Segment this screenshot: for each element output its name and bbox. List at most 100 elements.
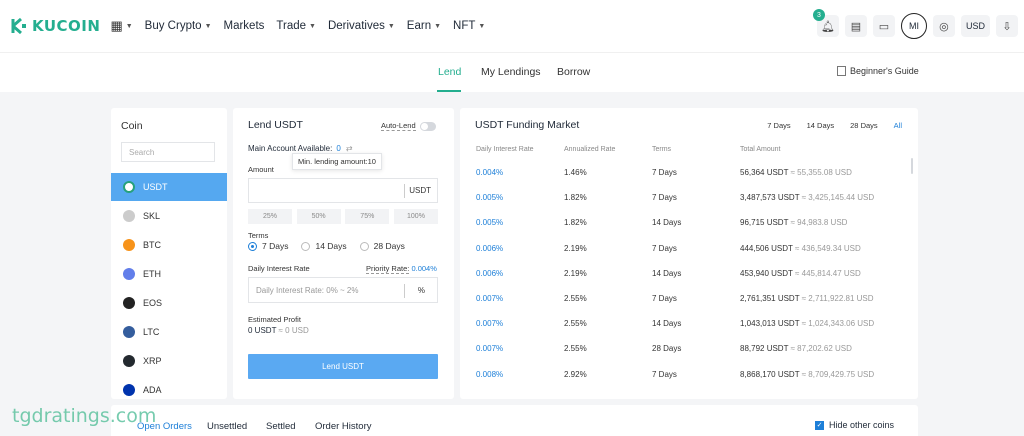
term-label: 28 Days bbox=[373, 241, 405, 251]
available-balance: Main Account Available: 0 ⇄ bbox=[248, 144, 353, 153]
filter-7-days[interactable]: 7 Days bbox=[767, 121, 790, 130]
amount-usdt: 2,761,351 USDT bbox=[740, 294, 800, 303]
cell-rate[interactable]: 0.004% bbox=[476, 168, 503, 177]
percent-100-button[interactable]: 100% bbox=[393, 209, 438, 224]
cell-terms: 28 Days bbox=[652, 344, 682, 354]
amount-input[interactable]: USDT bbox=[248, 178, 438, 203]
scrollbar[interactable] bbox=[911, 158, 913, 174]
nav-nft[interactable]: NFT ▼ bbox=[453, 20, 485, 32]
grid-icon: ▦ bbox=[110, 18, 123, 33]
coin-item-skl[interactable]: SKL bbox=[111, 202, 227, 230]
cell-rate[interactable]: 0.005% bbox=[476, 193, 503, 202]
percent-50-button[interactable]: 50% bbox=[296, 209, 341, 224]
eos-icon bbox=[123, 297, 135, 309]
cell-amount: 453,940 USDT ≈ 445,814.47 USD bbox=[740, 269, 861, 278]
lend-panel-title: Lend USDT bbox=[248, 119, 303, 131]
term-label: 14 Days bbox=[315, 241, 347, 251]
tab-borrow[interactable]: Borrow bbox=[557, 66, 590, 78]
download-button[interactable]: ⇩ bbox=[996, 15, 1018, 37]
assets-button[interactable]: ▭ bbox=[872, 15, 895, 37]
cell-rate[interactable]: 0.007% bbox=[476, 344, 503, 353]
avatar[interactable]: MI bbox=[900, 13, 927, 39]
coin-item-eth[interactable]: ETH bbox=[111, 260, 227, 288]
tab-lend[interactable]: Lend bbox=[438, 66, 461, 78]
auto-lend-toggle[interactable]: Auto-Lend bbox=[381, 121, 436, 131]
percent-75-button[interactable]: 75% bbox=[345, 209, 390, 224]
toggle-switch[interactable] bbox=[419, 121, 436, 131]
column-header: Terms bbox=[652, 146, 672, 153]
coin-item-ltc[interactable]: LTC bbox=[111, 318, 227, 346]
cell-rate[interactable]: 0.008% bbox=[476, 370, 503, 379]
tab-settled[interactable]: Settled bbox=[266, 421, 296, 432]
priority-rate-label: Priority Rate: bbox=[366, 264, 410, 274]
tab-order-history[interactable]: Order History bbox=[315, 421, 371, 432]
priority-rate-value[interactable]: 0.004% bbox=[411, 264, 436, 273]
amount-usdt: 88,792 USDT bbox=[740, 344, 789, 354]
book-icon bbox=[837, 66, 846, 76]
cell-rate[interactable]: 0.005% bbox=[476, 218, 503, 227]
term-28-days-radio[interactable]: 28 Days bbox=[359, 241, 405, 251]
profit-approx: ≈ 0 USD bbox=[278, 326, 309, 335]
term-14-days-radio[interactable]: 14 Days bbox=[301, 241, 347, 251]
language-button[interactable]: ◎ bbox=[932, 15, 955, 37]
filter-14-days[interactable]: 14 Days bbox=[807, 121, 835, 130]
amount-usdt: 56,364 USDT bbox=[740, 168, 789, 177]
currency-button[interactable]: USD bbox=[960, 15, 990, 37]
nav-earn[interactable]: Earn ▼ bbox=[407, 20, 441, 32]
amount-label: Amount bbox=[248, 165, 274, 174]
cell-rate[interactable]: 0.007% bbox=[476, 294, 503, 303]
nav-trade[interactable]: Trade ▼ bbox=[276, 20, 316, 32]
download-icon: ⇩ bbox=[1002, 20, 1012, 33]
chevron-down-icon: ▼ bbox=[387, 22, 395, 30]
orders-panel: Open Orders Unsettled Settled Order Hist… bbox=[111, 405, 918, 436]
nav-label: Buy Crypto bbox=[144, 20, 202, 32]
coin-item-ada[interactable]: ADA bbox=[111, 376, 227, 399]
coin-item-usdt[interactable]: USDT bbox=[111, 173, 227, 201]
cell-amount: 8,868,170 USDT ≈ 8,709,429.75 USD bbox=[740, 370, 874, 379]
apps-menu[interactable]: ▦ ▼ bbox=[110, 18, 132, 34]
nav-derivatives[interactable]: Derivatives ▼ bbox=[328, 20, 395, 32]
priority-rate: Priority Rate: 0.004% bbox=[366, 264, 437, 274]
beginners-guide-link[interactable]: Beginner's Guide bbox=[837, 66, 919, 76]
filter-all[interactable]: All bbox=[894, 121, 902, 130]
tab-unsettled[interactable]: Unsettled bbox=[207, 421, 247, 432]
coin-label: XRP bbox=[143, 356, 162, 366]
notifications-button[interactable]: 3 🔔︎ bbox=[812, 9, 839, 37]
nav-buy-crypto[interactable]: Buy Crypto ▼ bbox=[145, 20, 212, 32]
checkmark-icon: ✓ bbox=[815, 420, 824, 430]
nav-label: Earn bbox=[406, 20, 432, 32]
coin-item-eos[interactable]: EOS bbox=[111, 289, 227, 317]
kucoin-logo[interactable]: KUCOIN bbox=[10, 17, 100, 35]
coin-search-input[interactable]: Search bbox=[121, 142, 215, 162]
tab-my-lendings[interactable]: My Lendings bbox=[481, 66, 541, 78]
cell-annual: 2.55% bbox=[564, 319, 587, 329]
amount-usd: ≈ 55,355.08 USD bbox=[790, 168, 852, 177]
filter-28-days[interactable]: 28 Days bbox=[850, 121, 878, 130]
profit-value: 0 USDT ≈ 0 USD bbox=[248, 326, 309, 335]
chevron-down-icon: ▼ bbox=[204, 22, 212, 30]
hide-other-coins-checkbox[interactable]: ✓ Hide other coins bbox=[815, 420, 894, 430]
lending-tabs-bar: Lend My Lendings Borrow Beginner's Guide bbox=[0, 52, 1024, 92]
coin-item-btc[interactable]: BTC bbox=[111, 231, 227, 259]
cell-rate[interactable]: 0.006% bbox=[476, 244, 503, 253]
orders-button[interactable]: ▤ bbox=[844, 15, 867, 37]
term-7-days-radio[interactable]: 7 Days bbox=[248, 241, 288, 251]
divider bbox=[404, 284, 405, 298]
cell-rate[interactable]: 0.007% bbox=[476, 319, 503, 328]
transfer-icon[interactable]: ⇄ bbox=[346, 144, 353, 153]
lend-button[interactable]: Lend USDT bbox=[248, 354, 438, 379]
guide-label: Beginner's Guide bbox=[850, 66, 919, 76]
cell-rate[interactable]: 0.006% bbox=[476, 269, 503, 278]
cell-annual: 2.55% bbox=[564, 344, 587, 354]
active-tab-indicator bbox=[437, 90, 461, 92]
radio-icon bbox=[301, 241, 311, 251]
percent-25-button[interactable]: 25% bbox=[248, 209, 292, 224]
coin-item-xrp[interactable]: XRP bbox=[111, 347, 227, 375]
interest-rate-input[interactable]: Daily Interest Rate: 0% ~ 2% % bbox=[248, 277, 438, 303]
amount-unit: USDT bbox=[409, 186, 431, 195]
amount-usd: ≈ 3,425,145.44 USD bbox=[801, 193, 875, 203]
nav-markets[interactable]: Markets bbox=[224, 20, 265, 32]
rate-placeholder: Daily Interest Rate: 0% ~ 2% bbox=[256, 286, 359, 295]
nav-label: NFT bbox=[453, 20, 476, 32]
radio-selected-icon bbox=[248, 241, 257, 251]
